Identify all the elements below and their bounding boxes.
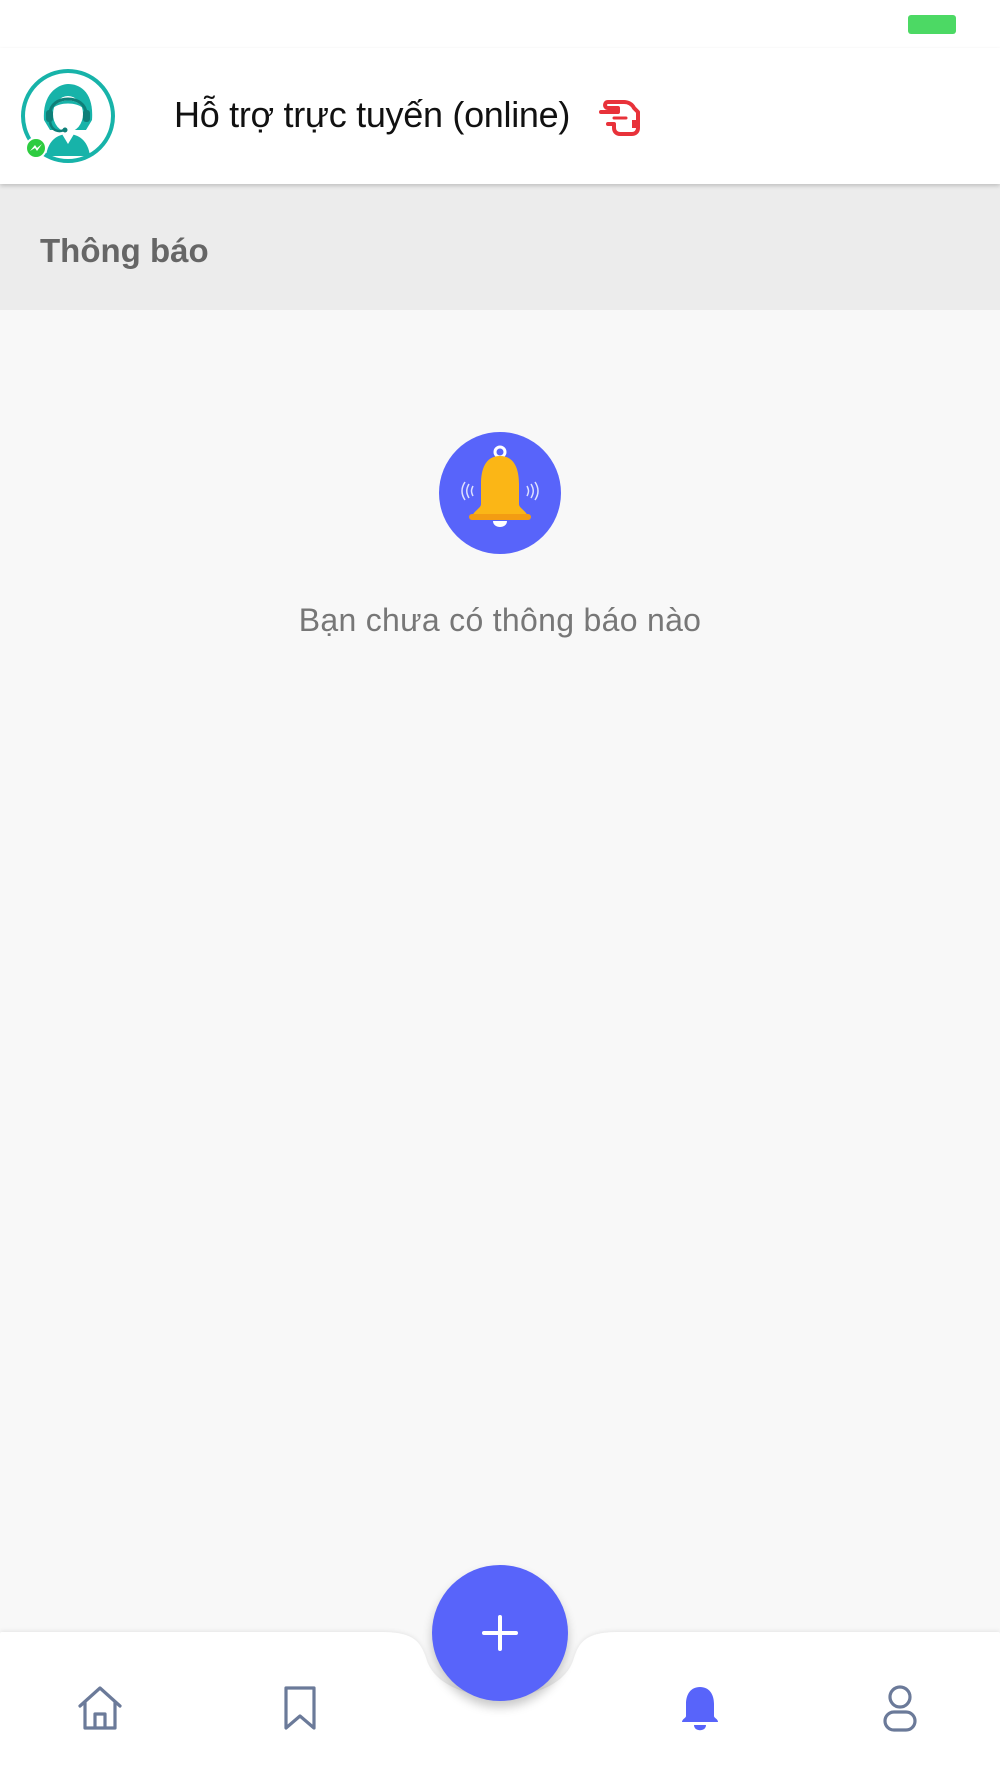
battery-icon (908, 15, 956, 34)
support-agent-icon[interactable] (20, 68, 116, 164)
app-header: Hỗ trợ trực tuyến (online) (0, 48, 1000, 184)
plus-icon (482, 1615, 518, 1651)
nav-notifications[interactable] (670, 1678, 730, 1738)
user-icon (883, 1685, 917, 1732)
home-icon (78, 1686, 122, 1730)
nav-bookmark[interactable] (270, 1678, 330, 1738)
empty-state: Bạn chưa có thông báo nào (0, 310, 1000, 638)
support-title[interactable]: Hỗ trợ trực tuyến (online) (174, 94, 570, 136)
nav-profile[interactable] (870, 1678, 930, 1738)
add-button[interactable] (432, 1565, 568, 1701)
nav-home[interactable] (70, 1678, 130, 1738)
bell-icon (682, 1687, 718, 1731)
section-title: Thông báo (40, 232, 209, 269)
status-bar (0, 0, 1000, 48)
empty-state-message: Bạn chưa có thông báo nào (298, 602, 702, 638)
bell-icon (439, 432, 561, 554)
bookmark-icon (284, 1686, 316, 1730)
section-header: Thông báo (0, 184, 1000, 310)
pointing-hand-icon (599, 100, 640, 136)
bottom-nav (0, 1565, 1000, 1778)
